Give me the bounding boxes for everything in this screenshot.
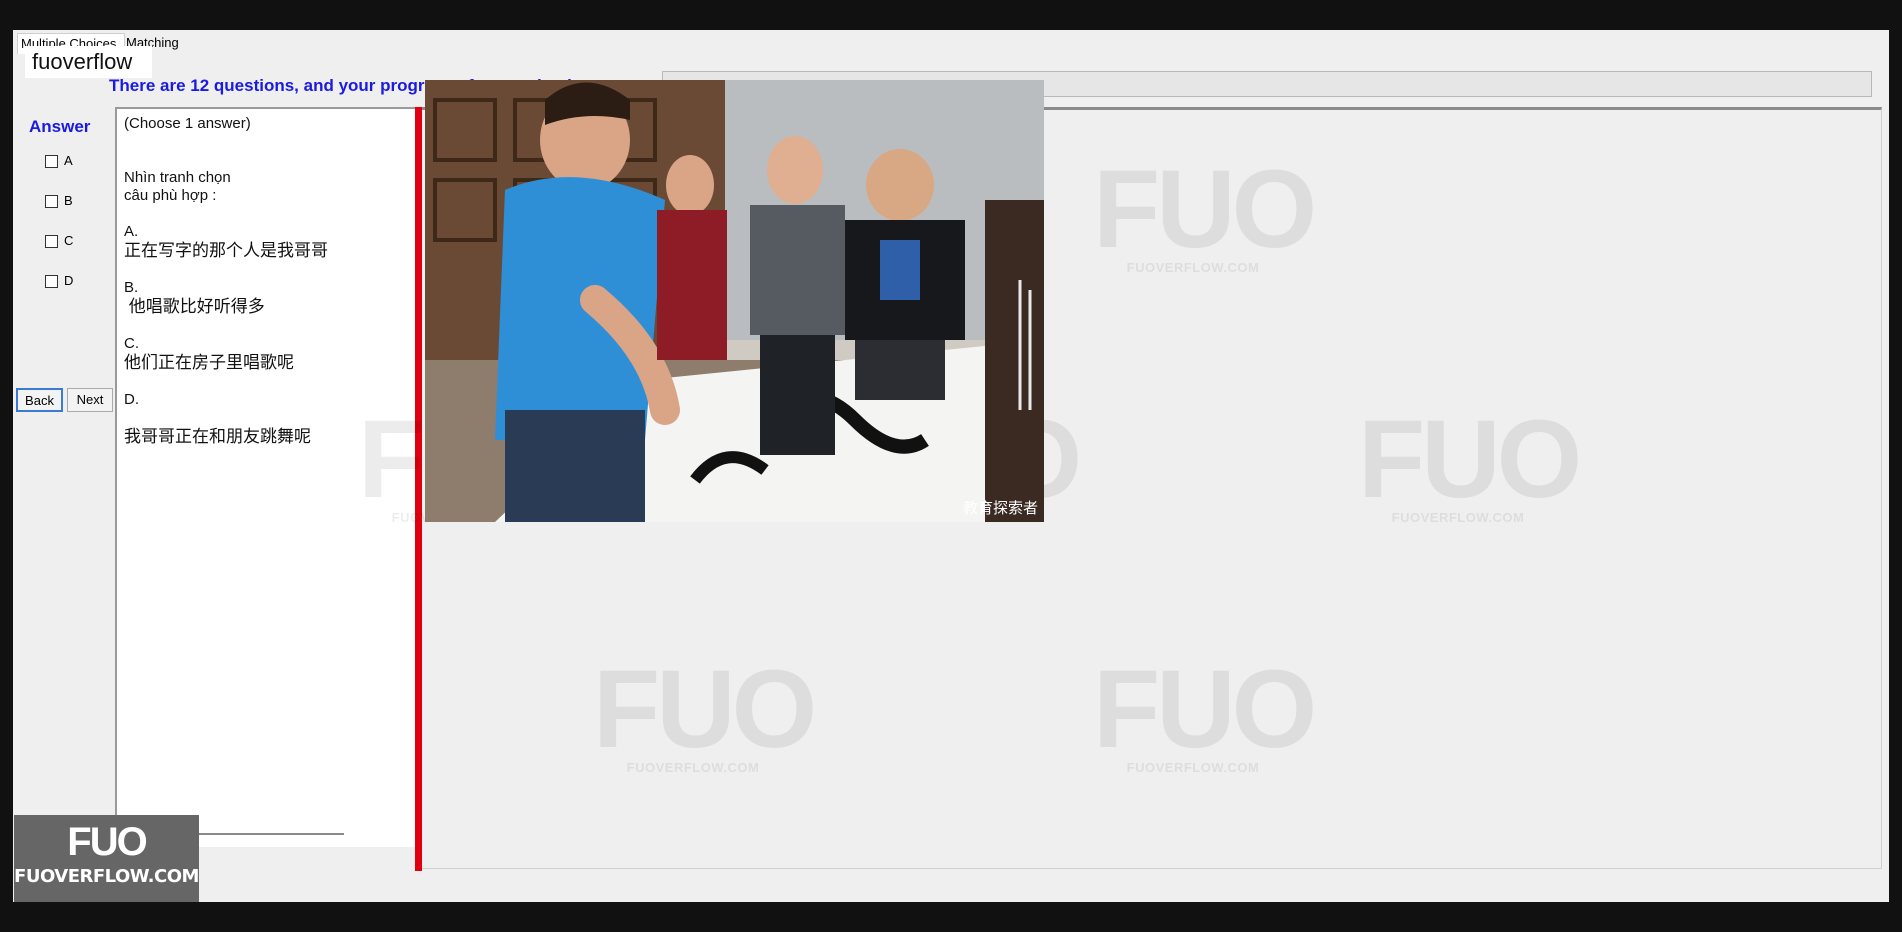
question-hint: (Choose 1 answer)	[124, 115, 251, 132]
answer-title: Answer	[29, 117, 91, 136]
checkbox-b[interactable]	[45, 195, 58, 209]
option-d-label: D.	[124, 391, 139, 408]
next-button[interactable]: Next	[67, 388, 113, 412]
photo-illustration	[425, 80, 1044, 522]
option-label-c: C	[64, 233, 74, 248]
option-label-a: A	[64, 153, 73, 168]
answer-option-b[interactable]: B	[45, 193, 73, 209]
answer-option-d[interactable]: D	[45, 273, 73, 289]
option-c-text: 他们正在房子里唱歌呢	[124, 353, 294, 372]
option-label-b: B	[64, 193, 73, 208]
question-prompt-line-1: Nhìn tranh chọn	[124, 169, 231, 186]
fuoverflow-logo: FUO FUOVERFLOW.COM	[14, 815, 199, 902]
option-d-text: 我哥哥正在和朋友跳舞呢	[124, 427, 311, 446]
checkbox-d[interactable]	[45, 275, 58, 289]
question-panel[interactable]: (Choose 1 answer) Nhìn tranh chọn câu ph…	[115, 107, 415, 847]
option-b-label: B.	[124, 279, 139, 296]
logo-text: FUOVERFLOW.COM	[14, 866, 199, 887]
option-c-label: C.	[124, 335, 139, 352]
checkbox-c[interactable]	[45, 235, 58, 249]
answer-option-c[interactable]: C	[45, 233, 73, 249]
option-a-text: 正在写字的那个人是我哥哥	[124, 241, 328, 260]
photo-caption: 教育探索者	[962, 499, 1038, 517]
question-photo: 教育探索者	[425, 80, 1044, 522]
answer-option-a[interactable]: A	[45, 153, 73, 169]
option-a-label: A.	[124, 223, 139, 240]
checkbox-a[interactable]	[45, 155, 58, 169]
back-button[interactable]: Back	[16, 388, 63, 412]
question-prompt-line-2: câu phù hợp :	[124, 187, 217, 204]
option-label-d: D	[64, 273, 74, 288]
logo-mark: FUO	[67, 820, 147, 864]
option-b-text: 他唱歌比好听得多	[124, 297, 265, 316]
panel-splitter[interactable]	[415, 107, 422, 871]
brand-label: fuoverflow	[25, 46, 152, 78]
